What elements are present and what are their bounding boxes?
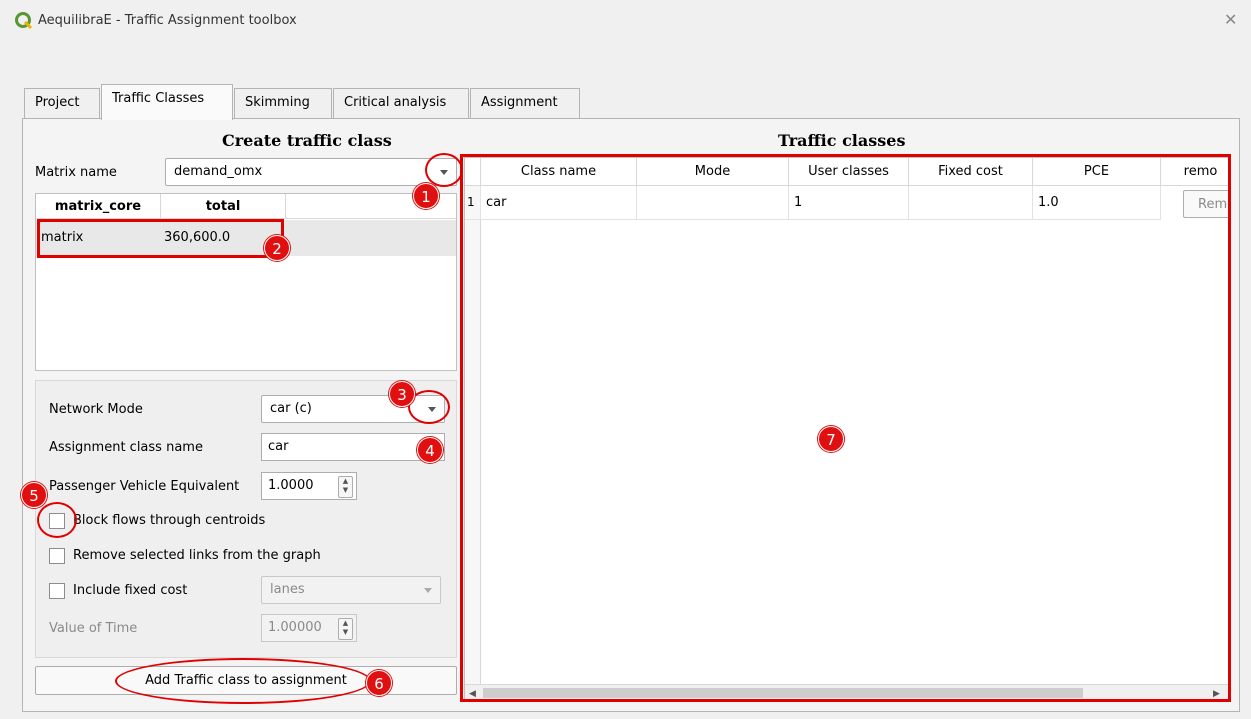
spin-arrows-icon[interactable]: ▲ ▼ [338, 618, 353, 640]
block-flows-label: Block flows through centroids [73, 513, 266, 528]
tab-critical-analysis[interactable]: Critical analysis [333, 88, 469, 119]
pce-spinbox[interactable]: 1.0000 ▲ ▼ [261, 472, 357, 500]
tab-project[interactable]: Project [24, 88, 100, 119]
annotation-badge-2: 2 [264, 235, 290, 261]
annotation-badge-6: 6 [366, 670, 392, 696]
assignment-class-label: Assignment class name [49, 440, 203, 455]
tab-traffic-classes[interactable]: Traffic Classes [101, 84, 233, 120]
annotation-badge-5: 5 [21, 482, 47, 508]
matrix-name-dropdown[interactable]: demand_omx [165, 158, 457, 186]
column-header-matrix-core[interactable]: matrix_core [36, 194, 161, 219]
fixed-cost-field-dropdown[interactable]: lanes [261, 576, 441, 604]
vot-label: Value of Time [49, 621, 138, 636]
annotation-ellipse-6 [115, 658, 371, 704]
column-header-total[interactable]: total [161, 194, 286, 219]
traffic-classes-title: Traffic classes [778, 131, 906, 150]
qgis-logo-icon [15, 12, 33, 30]
annotation-ellipse-1 [425, 153, 463, 187]
annotation-ellipse-5 [37, 502, 77, 538]
pce-label: Passenger Vehicle Equivalent [49, 479, 240, 494]
annotation-rect-2 [37, 219, 284, 258]
remove-links-checkbox[interactable] [49, 548, 65, 564]
tab-assignment[interactable]: Assignment [470, 88, 580, 119]
network-mode-label: Network Mode [49, 402, 143, 417]
vot-spinbox[interactable]: 1.00000 ▲ ▼ [261, 614, 357, 642]
annotation-badge-3: 3 [389, 381, 415, 407]
chevron-down-icon[interactable] [424, 588, 432, 593]
create-traffic-class-title: Create traffic class [222, 131, 392, 150]
close-icon[interactable]: ✕ [1224, 10, 1237, 29]
title-bar: AequilibraE - Traffic Assignment toolbox… [0, 0, 1251, 46]
annotation-badge-7: 7 [818, 426, 844, 452]
fixed-cost-checkbox[interactable] [49, 583, 65, 599]
annotation-badge-4: 4 [417, 437, 443, 463]
annotation-badge-1: 1 [413, 183, 439, 209]
matrix-name-label: Matrix name [35, 165, 117, 180]
remove-links-label: Remove selected links from the graph [73, 548, 321, 563]
window-title: AequilibraE - Traffic Assignment toolbox [38, 13, 297, 28]
fixed-cost-label: Include fixed cost [73, 583, 188, 598]
spin-arrows-icon[interactable]: ▲ ▼ [338, 476, 353, 498]
annotation-rect-7 [460, 154, 1231, 702]
tab-skimming[interactable]: Skimming [234, 88, 332, 119]
